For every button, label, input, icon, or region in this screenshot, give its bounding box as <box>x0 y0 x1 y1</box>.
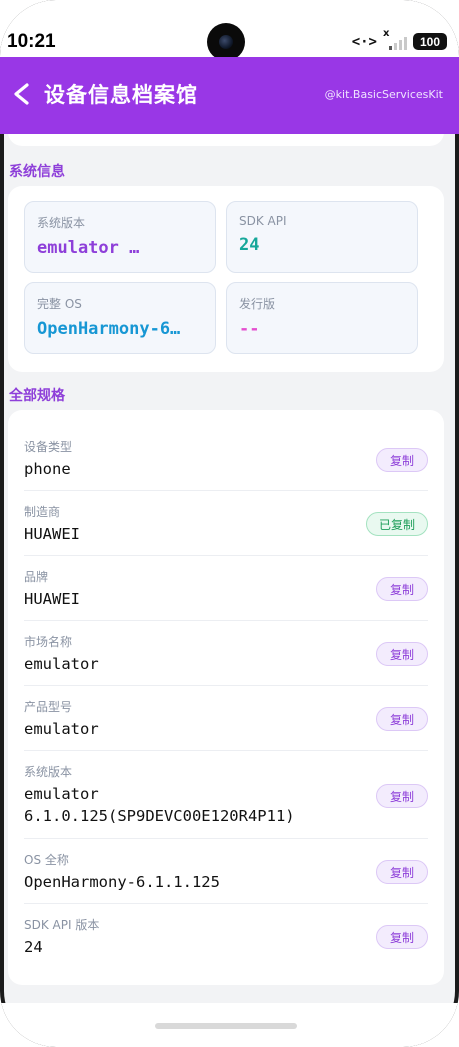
tile-value: -- <box>239 319 260 339</box>
spec-value: HUAWEI <box>24 525 80 543</box>
battery-icon: 100 <box>413 33 447 50</box>
spec-label: 产品型号 <box>24 700 73 714</box>
spec-value: phone <box>24 460 71 478</box>
spec-label: OS 全称 <box>24 853 69 867</box>
spec-row: OS 全称 OpenHarmony-6.1.1.125 复制 <box>24 839 428 904</box>
spec-row: SDK API 版本 24 复制 <box>24 904 428 969</box>
tile-value: 24 <box>239 235 260 255</box>
spec-row: 系统版本 emulator 6.1.0.125(SP9DEVC00E120R4P1… <box>24 751 428 839</box>
copy-button[interactable]: 复制 <box>376 577 428 601</box>
copy-button[interactable]: 复制 <box>376 707 428 731</box>
tile-distribution[interactable]: 发行版 -- <box>226 282 418 354</box>
navigation-bar <box>0 1003 459 1047</box>
status-bar: 10:21 <·> x 100 <box>0 0 459 61</box>
tile-label: 发行版 <box>239 297 276 311</box>
tile-value: emulator … <box>37 238 140 258</box>
copy-button[interactable]: 复制 <box>376 642 428 666</box>
spec-label: SDK API 版本 <box>24 918 100 932</box>
previous-card-bottom <box>8 134 444 146</box>
nfc-icon: <·> <box>351 33 377 50</box>
copy-button[interactable]: 复制 <box>376 925 428 949</box>
tile-value: OpenHarmony-6… <box>37 319 181 339</box>
status-time: 10:21 <box>7 31 56 52</box>
spec-row: 制造商 HUAWEI 已复制 <box>24 491 428 556</box>
camera-cutout <box>207 23 245 61</box>
status-icons: <·> x 100 <box>351 28 447 50</box>
page-title: 设备信息档案馆 <box>44 83 198 107</box>
spec-label: 市场名称 <box>24 635 73 649</box>
signal-icon: x <box>383 28 407 50</box>
specs-card: 设备类型 phone 复制 制造商 HUAWEI 已复制 品牌 HUAWEI 复制 市场名称 emu… <box>8 410 444 985</box>
spec-value: emulator <box>24 720 99 738</box>
spec-row: 设备类型 phone 复制 <box>24 430 428 491</box>
system-info-card: 系统版本 emulator … SDK API 24 完整 OS OpenHar… <box>8 186 444 372</box>
spec-value: 24 <box>24 938 43 956</box>
kit-label: @kit.BasicServicesKit <box>324 88 443 101</box>
tile-label: 系统版本 <box>37 216 86 230</box>
spec-value: emulator <box>24 655 99 673</box>
copied-button[interactable]: 已复制 <box>365 512 428 536</box>
spec-value: HUAWEI <box>24 590 80 608</box>
section-title-all-specs: 全部规格 <box>9 388 65 404</box>
spec-row: 市场名称 emulator 复制 <box>24 621 428 686</box>
copy-button[interactable]: 复制 <box>376 784 428 808</box>
spec-label: 系统版本 <box>24 765 73 779</box>
scroll-content[interactable]: 系统信息 系统版本 emulator … SDK API 24 完整 OS Op… <box>0 134 459 1003</box>
section-title-system-info: 系统信息 <box>9 164 65 180</box>
spec-label: 设备类型 <box>24 440 73 454</box>
app-header: 设备信息档案馆 @kit.BasicServicesKit <box>0 57 459 134</box>
tile-sdk-api[interactable]: SDK API 24 <box>226 201 418 273</box>
spec-value: OpenHarmony-6.1.1.125 <box>24 873 220 891</box>
spec-label: 制造商 <box>24 505 61 519</box>
spec-label: 品牌 <box>24 570 49 584</box>
tile-label: SDK API <box>239 214 287 228</box>
phone-screen: 10:21 <·> x 100 设备信息档案馆 @kit.BasicServic… <box>0 0 459 1047</box>
copy-button[interactable]: 复制 <box>376 448 428 472</box>
home-indicator[interactable] <box>155 1023 297 1029</box>
spec-row: 品牌 HUAWEI 复制 <box>24 556 428 621</box>
tile-full-os[interactable]: 完整 OS OpenHarmony-6… <box>24 282 216 354</box>
back-arrow-icon[interactable] <box>10 79 34 109</box>
tile-label: 完整 OS <box>37 297 82 311</box>
copy-button[interactable]: 复制 <box>376 860 428 884</box>
spec-value: emulator 6.1.0.125(SP9DEVC00E120R4P11) <box>24 785 295 825</box>
tile-system-version[interactable]: 系统版本 emulator … <box>24 201 216 273</box>
spec-row: 产品型号 emulator 复制 <box>24 686 428 751</box>
